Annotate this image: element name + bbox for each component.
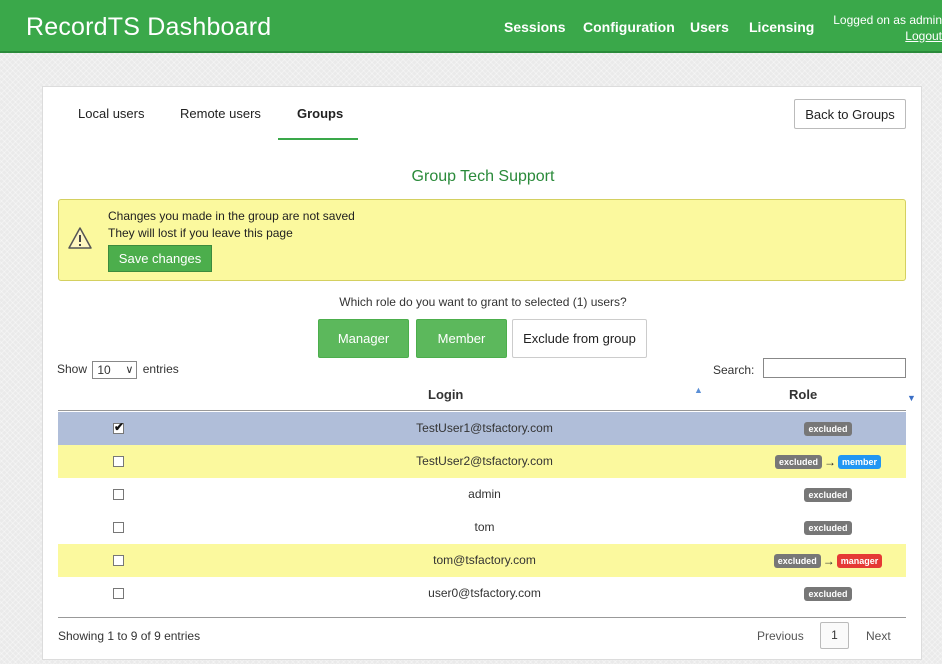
arrow-right-icon: → <box>822 554 835 568</box>
back-to-groups-button[interactable]: Back to Groups <box>794 99 906 129</box>
save-changes-button[interactable]: Save changes <box>108 245 212 272</box>
group-title: Group Tech Support <box>411 168 555 185</box>
table-row[interactable]: tom@tsfactory.com excluded → manager <box>58 544 906 577</box>
search-label: Search: <box>713 363 755 377</box>
table-header-divider <box>58 410 906 411</box>
role-badge-current: excluded <box>804 521 852 535</box>
sort-ascending-icon: ▲ <box>694 385 703 395</box>
grant-manager-button[interactable]: Manager <box>318 319 409 358</box>
nav-users[interactable]: Users <box>690 19 729 35</box>
entries-suffix: entries <box>142 362 179 377</box>
nav-licensing[interactable]: Licensing <box>749 19 814 35</box>
warning-line-2: They will lost if you leave this page <box>108 226 293 240</box>
tab-groups[interactable]: Groups <box>297 106 343 121</box>
table-row[interactable]: TestUser2@tsfactory.com excluded → member <box>58 445 906 478</box>
search-input[interactable] <box>763 358 906 378</box>
role-badge-current: excluded <box>804 587 852 601</box>
row-login: TestUser2@tsfactory.com <box>416 454 553 468</box>
logged-on-info: Logged on as admin Logout <box>833 12 942 44</box>
showing-entries-info: Showing 1 to 9 of 9 entries <box>58 629 201 643</box>
row-role: excluded → manager <box>738 554 918 568</box>
main-panel: Local users Remote users Groups Back to … <box>42 86 922 660</box>
arrow-right-icon: → <box>824 455 836 469</box>
warning-icon <box>68 227 92 249</box>
tab-local-users[interactable]: Local users <box>78 106 144 121</box>
sort-descending-icon: ▼ <box>907 393 916 403</box>
column-header-login[interactable]: Login <box>428 387 463 402</box>
logged-on-text: Logged on as admin <box>833 13 942 27</box>
nav-sessions[interactable]: Sessions <box>504 19 565 35</box>
show-entries-control: Show 10 ∨ entries <box>57 361 179 379</box>
role-question: Which role do you want to grant to selec… <box>339 295 627 309</box>
role-badge-current: excluded <box>774 455 822 469</box>
logout-link[interactable]: Logout <box>833 28 942 44</box>
show-label: Show <box>57 362 88 377</box>
pagination-page-1[interactable]: 1 <box>820 622 849 649</box>
pagination-next[interactable]: Next <box>866 629 891 643</box>
exclude-from-group-button[interactable]: Exclude from group <box>512 319 647 358</box>
column-header-role[interactable]: Role <box>789 387 817 402</box>
table-row[interactable]: tom excluded <box>58 511 906 544</box>
role-badge-new: member <box>838 455 882 469</box>
table-row[interactable]: admin excluded <box>58 478 906 511</box>
row-role: excluded <box>738 422 918 436</box>
entries-select[interactable]: 10 ∨ <box>92 361 138 379</box>
table-footer-divider <box>58 617 906 618</box>
entries-select-value: 10 <box>97 363 111 377</box>
row-role: excluded <box>738 488 918 502</box>
warning-line-1: Changes you made in the group are not sa… <box>108 209 355 223</box>
row-login: user0@tsfactory.com <box>428 586 541 600</box>
unsaved-warning-box: Changes you made in the group are not sa… <box>58 199 906 281</box>
app-title: RecordTS Dashboard <box>26 13 272 41</box>
row-login: admin <box>468 487 501 501</box>
role-badge-current: excluded <box>804 488 852 502</box>
table-row[interactable]: ✔ TestUser1@tsfactory.com excluded <box>58 412 906 445</box>
grant-member-button[interactable]: Member <box>416 319 507 358</box>
role-badge-current: excluded <box>804 422 852 436</box>
row-role: excluded <box>738 521 918 535</box>
role-badge-current: excluded <box>773 554 821 568</box>
row-login: TestUser1@tsfactory.com <box>416 421 553 435</box>
chevron-down-icon: ∨ <box>125 364 134 376</box>
row-login: tom <box>474 520 495 534</box>
row-role: excluded <box>738 587 918 601</box>
table-row[interactable]: user0@tsfactory.com excluded <box>58 577 906 610</box>
row-login: tom@tsfactory.com <box>433 553 536 567</box>
top-navbar: RecordTS Dashboard Sessions Configuratio… <box>0 0 942 53</box>
role-badge-new: manager <box>836 554 883 568</box>
tab-remote-users[interactable]: Remote users <box>180 106 261 121</box>
pagination-previous[interactable]: Previous <box>757 629 804 643</box>
active-tab-indicator <box>278 138 358 140</box>
nav-configuration[interactable]: Configuration <box>583 19 675 35</box>
row-role: excluded → member <box>738 455 918 469</box>
